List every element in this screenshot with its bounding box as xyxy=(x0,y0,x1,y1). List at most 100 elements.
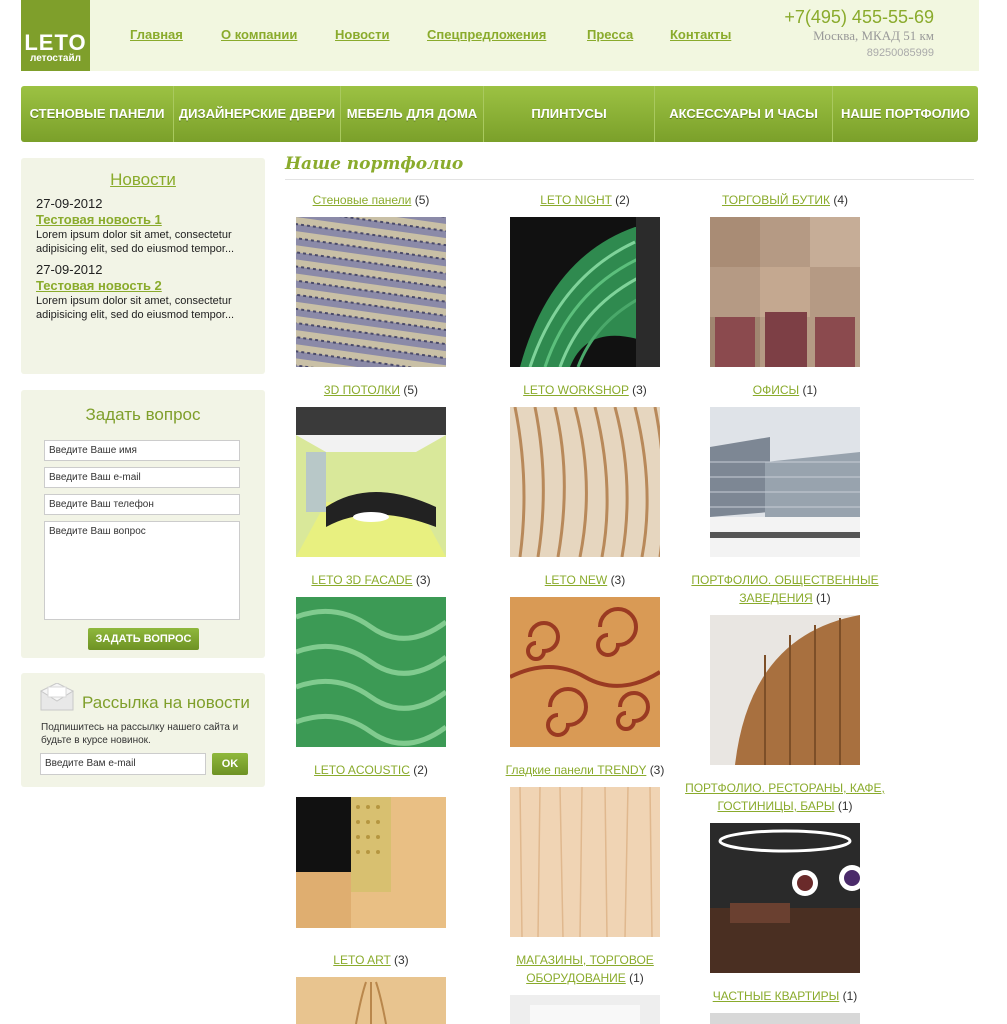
topnav-special-offers[interactable]: Спецпредложения xyxy=(427,27,546,42)
subscribe-text: Подпишитесь на рассылку нашего сайта и б… xyxy=(41,722,239,746)
portfolio-thumb-leto-new[interactable] xyxy=(510,597,660,747)
portfolio-count: (2) xyxy=(413,763,428,777)
portfolio-item: МАГАЗИНЫ, ТОРГОВОЕ ОБОРУДОВАНИЕ (1) xyxy=(485,951,685,987)
portfolio-link[interactable]: ТОРГОВЫЙ БУТИК xyxy=(722,193,830,207)
menu-label: Стеновые панели xyxy=(29,106,165,121)
topnav-about[interactable]: О компании xyxy=(221,27,297,42)
portfolio-count: (3) xyxy=(649,763,665,777)
menu-label: Плинтусы xyxy=(531,106,607,121)
site-logo[interactable]: LETO летостайл xyxy=(21,0,90,71)
news-link[interactable]: Тестовая новость 1 xyxy=(36,212,250,227)
portfolio-thumb-acoustic[interactable] xyxy=(296,797,446,928)
ask-question-button[interactable]: ЗАДАТЬ ВОПРОС xyxy=(88,628,199,650)
page-title: Наше портфолио xyxy=(285,154,974,180)
menu-item-home-furniture[interactable]: Мебель для дома xyxy=(341,86,484,142)
news-item: 27-09-2012 Тестовая новость 2 Lorem ipsu… xyxy=(21,262,265,322)
news-title[interactable]: Новости xyxy=(21,170,265,190)
portfolio-count: (3) xyxy=(415,573,431,587)
portfolio-item: ТОРГОВЫЙ БУТИК (4) xyxy=(685,191,885,209)
portfolio-link[interactable]: LETO NEW xyxy=(545,573,607,587)
mobile-number: 89250085999 xyxy=(866,47,934,59)
topnav-home[interactable]: Главная xyxy=(130,27,183,42)
portfolio-link[interactable]: 3D ПОТОЛКИ xyxy=(324,383,400,397)
portfolio-thumb-apartments[interactable] xyxy=(710,1013,860,1024)
portfolio-item: Гладкие панели TRENDY (3) xyxy=(485,761,685,779)
portfolio-item: LETO ART (3) xyxy=(271,951,471,969)
topnav-news[interactable]: Новости xyxy=(335,27,390,42)
ask-title: Задать вопрос xyxy=(85,405,201,424)
news-date: 27-09-2012 xyxy=(36,196,103,211)
portfolio-item: LETO 3D FACADE (3) xyxy=(271,571,471,589)
phone-field[interactable]: Введите Ваш телефон xyxy=(44,494,240,515)
question-textarea[interactable]: Введите Ваш вопрос xyxy=(44,521,240,620)
news-excerpt: Lorem ipsum dolor sit amet, consectetur … xyxy=(36,295,235,321)
portfolio-link[interactable]: ПОРТФОЛИО. ОБЩЕСТВЕННЫЕ ЗАВЕДЕНИЯ xyxy=(691,573,878,605)
portfolio-thumb-3d-ceilings[interactable] xyxy=(296,407,446,557)
subscribe-ok-button[interactable]: OK xyxy=(212,753,248,775)
portfolio-count: (1) xyxy=(816,591,831,605)
portfolio-item: ПОРТФОЛИО. ОБЩЕСТВЕННЫЕ ЗАВЕДЕНИЯ (1) xyxy=(685,571,885,607)
portfolio-item: Стеновые панели (5) xyxy=(271,191,471,209)
portfolio-count: (5) xyxy=(414,193,430,207)
portfolio-link[interactable]: LETO WORKSHOP xyxy=(523,383,629,397)
portfolio-item: LETO NEW (3) xyxy=(485,571,685,589)
portfolio-item: ЧАСТНЫЕ КВАРТИРЫ (1) xyxy=(685,987,885,1005)
name-field[interactable]: Введите Ваше имя xyxy=(44,440,240,461)
logo-text: LETO xyxy=(24,30,87,55)
news-item: 27-09-2012 Тестовая новость 1 Lorem ipsu… xyxy=(21,196,265,256)
portfolio-link[interactable]: LETO ACOUSTIC xyxy=(314,763,410,777)
portfolio-link[interactable]: Стеновые панели xyxy=(313,193,412,207)
portfolio-item: LETO ACOUSTIC (2) xyxy=(271,761,471,779)
portfolio-thumb-3d-facade[interactable] xyxy=(296,597,446,747)
portfolio-link[interactable]: ЧАСТНЫЕ КВАРТИРЫ xyxy=(713,989,840,1003)
menu-label: Мебель для дома xyxy=(346,106,478,121)
portfolio-thumb-offices[interactable] xyxy=(710,407,860,557)
menu-label: Наше портфолио xyxy=(841,106,970,121)
subscribe-title: Рассылка на новости xyxy=(82,693,250,712)
address: Москва, МКАД 51 км xyxy=(813,28,934,43)
topnav-press[interactable]: Пресса xyxy=(587,27,633,42)
portfolio-item: ОФИСЫ (1) xyxy=(685,381,885,399)
portfolio-thumb-restaurants[interactable] xyxy=(710,823,860,973)
menu-label: Аксессуары и часы xyxy=(669,106,818,121)
portfolio-count: (3) xyxy=(610,573,626,587)
portfolio-thumb-trendy[interactable] xyxy=(510,787,660,937)
portfolio-link[interactable]: ПОРТФОЛИО. РЕСТОРАНЫ, КАФЕ, ГОСТИНИЦЫ, Б… xyxy=(685,781,885,813)
menu-item-portfolio[interactable]: Наше портфолио xyxy=(833,86,978,142)
portfolio-thumb-workshop[interactable] xyxy=(510,407,660,557)
portfolio-count: (3) xyxy=(394,953,409,967)
portfolio-thumb-shops[interactable] xyxy=(510,995,660,1024)
subscribe-email-input[interactable]: Введите Вам e-mail xyxy=(40,753,206,775)
news-box: Новости 27-09-2012 Тестовая новость 1 Lo… xyxy=(21,158,265,374)
portfolio-count: (1) xyxy=(837,799,853,813)
topnav-contacts[interactable]: Контакты xyxy=(670,27,731,42)
subscribe-box: Рассылка на новости Подпишитесь на рассы… xyxy=(21,673,265,787)
menu-item-wall-panels[interactable]: Стеновые панели xyxy=(21,86,174,142)
email-field[interactable]: Введите Ваш e-mail xyxy=(44,467,240,488)
portfolio-thumb-wall-panels[interactable] xyxy=(296,217,446,367)
menu-item-accessories[interactable]: Аксессуары и часы xyxy=(655,86,833,142)
portfolio-link[interactable]: LETO ART xyxy=(333,953,390,967)
news-date: 27-09-2012 xyxy=(36,262,103,277)
portfolio-item: ПОРТФОЛИО. РЕСТОРАНЫ, КАФЕ, ГОСТИНИЦЫ, Б… xyxy=(685,779,885,815)
phone-number: +7(495) 455-55-69 xyxy=(784,7,934,27)
portfolio-count: (1) xyxy=(842,989,858,1003)
menu-item-designer-doors[interactable]: Дизайнерские двери xyxy=(174,86,341,142)
portfolio-item: LETO NIGHT (2) xyxy=(485,191,685,209)
portfolio-thumb-public-places[interactable] xyxy=(710,615,860,765)
menu-item-skirting[interactable]: Плинтусы xyxy=(484,86,655,142)
portfolio-count: (4) xyxy=(833,193,849,207)
portfolio-link[interactable]: LETO NIGHT xyxy=(540,193,612,207)
portfolio-link[interactable]: LETO 3D FACADE xyxy=(311,573,412,587)
portfolio-link[interactable]: ОФИСЫ xyxy=(753,383,799,397)
news-excerpt: Lorem ipsum dolor sit amet, consectetur … xyxy=(36,229,235,255)
portfolio-thumb-leto-night[interactable] xyxy=(510,217,660,367)
portfolio-link[interactable]: Гладкие панели TRENDY xyxy=(506,763,647,777)
ask-question-box: Задать вопрос Введите Ваше имя Введите В… xyxy=(21,390,265,658)
portfolio-count: (5) xyxy=(403,383,419,397)
news-link[interactable]: Тестовая новость 2 xyxy=(36,278,250,293)
portfolio-thumb-leto-art[interactable] xyxy=(296,977,446,1024)
menu-label: Дизайнерские двери xyxy=(178,106,336,121)
portfolio-count: (1) xyxy=(629,971,644,985)
portfolio-thumb-boutique[interactable] xyxy=(710,217,860,367)
